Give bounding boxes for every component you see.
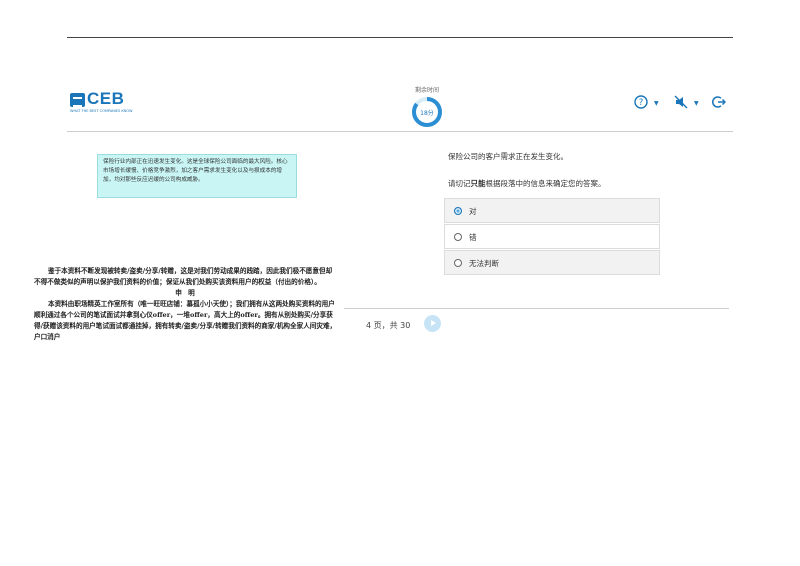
notice-paragraph-1: 鉴于本资料不断发现被转卖/盗卖/分享/转赠，这是对我们劳动成果的践踏，因此我们极…: [34, 267, 333, 286]
sound-caret-icon[interactable]: ▼: [694, 100, 699, 107]
help-icon[interactable]: ?: [634, 95, 648, 111]
exit-icon[interactable]: [712, 95, 726, 111]
notice-paragraph-2: 本资料由职场精英工作室所有（唯一旺旺店铺：慕孤小小天使）；我们拥有从这两处购买资…: [34, 300, 337, 341]
building-icon: [70, 93, 85, 107]
question-instruction: 请切记只能根据段落中的信息来确定您的答案。: [448, 178, 606, 189]
sound-off-icon[interactable]: [674, 95, 689, 111]
next-button[interactable]: [424, 315, 441, 332]
timer-value: 18分: [420, 110, 434, 117]
radio-true[interactable]: [454, 207, 462, 215]
radio-false[interactable]: [454, 233, 462, 241]
option-label: 错: [469, 233, 477, 242]
watermark-notice: 鉴于本资料不断发现被转卖/盗卖/分享/转赠，这是对我们劳动成果的践踏，因此我们极…: [34, 266, 338, 343]
instruction-post: 根据段落中的信息来确定您的答案。: [485, 179, 606, 188]
radio-cannot-say[interactable]: [454, 259, 462, 267]
answer-option-cannot-say[interactable]: 无法判断: [444, 250, 660, 275]
svg-text:?: ?: [639, 98, 644, 108]
option-label: 对: [469, 207, 477, 216]
instruction-pre: 请切记: [448, 179, 471, 188]
page-indicator: 4 页，共 30: [366, 321, 411, 330]
answer-option-false[interactable]: 错: [444, 224, 660, 249]
notice-title: 申 明: [175, 289, 197, 297]
help-caret-icon[interactable]: ▼: [654, 100, 659, 107]
logo-text: CEB: [87, 89, 125, 108]
top-divider: [67, 37, 733, 38]
timer-label: 剩余时间: [414, 87, 439, 94]
ceb-logo: CEB WHAT THE BEST COMPANIES KNOW: [70, 89, 132, 116]
content-divider: [344, 308, 729, 309]
passage-box: 保险行业内部正在迅速发生变化。这是全球保险公司面临的最大风险。核心市场增长缓慢、…: [97, 154, 297, 198]
option-label: 无法判断: [469, 259, 499, 268]
logo-tagline: WHAT THE BEST COMPANIES KNOW: [70, 109, 133, 113]
instruction-bold: 只能: [470, 179, 486, 188]
header-divider: [67, 131, 733, 132]
question-statement: 保险公司的客户需求正在发生变化。: [448, 152, 568, 161]
answer-option-true[interactable]: 对: [444, 198, 660, 223]
